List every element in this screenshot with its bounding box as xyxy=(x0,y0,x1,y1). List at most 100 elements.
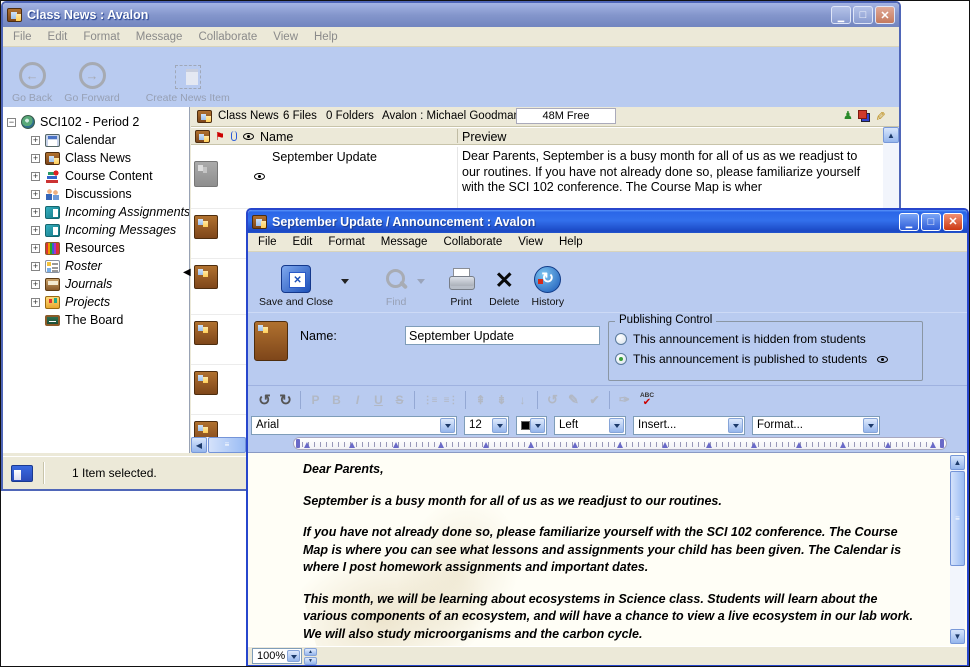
dropdown-arrow-icon[interactable] xyxy=(728,418,743,433)
insert-select[interactable]: Insert... xyxy=(633,416,745,435)
plain-button[interactable]: P xyxy=(305,390,326,411)
column-name[interactable]: Name xyxy=(260,130,293,144)
class-news-titlebar[interactable]: Class News : Avalon xyxy=(3,3,899,27)
attachment-column-icon[interactable] xyxy=(231,131,237,141)
tree-item-incoming-messages[interactable]: Incoming Messages xyxy=(7,221,189,239)
revert-button[interactable] xyxy=(542,390,563,411)
go-back-button[interactable]: Go Back xyxy=(7,59,57,106)
maximize-button[interactable] xyxy=(853,6,873,24)
menu-help[interactable]: Help xyxy=(306,29,346,45)
tab-stop-marker[interactable] xyxy=(617,439,623,448)
editor-vertical-scrollbar[interactable] xyxy=(950,455,965,644)
find-options-dropdown-arrow[interactable] xyxy=(417,279,425,288)
flag-column-icon[interactable] xyxy=(215,129,225,143)
tree-item-class-news[interactable]: Class News xyxy=(7,149,189,167)
expand-icon[interactable] xyxy=(31,154,40,163)
panel-toggle-icon[interactable] xyxy=(11,465,33,482)
close-button[interactable] xyxy=(875,6,895,24)
right-margin-marker[interactable] xyxy=(940,439,944,448)
hidden-radio[interactable] xyxy=(615,333,627,345)
tree-item-course-content[interactable]: Course Content xyxy=(7,167,189,185)
close-button[interactable] xyxy=(943,213,963,231)
menu-format[interactable]: Format xyxy=(75,29,127,45)
name-input[interactable] xyxy=(405,326,600,345)
scroll-left-arrow[interactable] xyxy=(191,437,207,453)
dropdown-arrow-icon[interactable] xyxy=(287,650,300,662)
format-select[interactable]: Format... xyxy=(752,416,880,435)
tab-stop-marker[interactable] xyxy=(528,439,534,448)
tab-stop-marker[interactable] xyxy=(885,439,891,448)
tree-item-the-board[interactable]: The Board xyxy=(7,311,189,329)
font-color-select[interactable] xyxy=(516,416,547,435)
print-button[interactable]: Print xyxy=(442,264,480,310)
dropdown-arrow-icon[interactable] xyxy=(609,418,624,433)
spin-up-icon[interactable] xyxy=(304,648,317,656)
tree-item-incoming-assignments[interactable]: Incoming Assignments xyxy=(7,203,189,221)
dropdown-arrow-icon[interactable] xyxy=(530,418,545,433)
underline-button[interactable]: U xyxy=(368,390,389,411)
tab-stop-marker[interactable] xyxy=(349,439,355,448)
maximize-button[interactable] xyxy=(921,213,941,231)
ruler[interactable] xyxy=(293,437,947,450)
menu-edit[interactable]: Edit xyxy=(285,234,321,250)
indent-list-button[interactable] xyxy=(419,390,440,411)
tab-stop-marker[interactable] xyxy=(393,439,399,448)
tree-item-resources[interactable]: Resources xyxy=(7,239,189,257)
italic-button[interactable]: I xyxy=(347,390,368,411)
menu-collaborate[interactable]: Collaborate xyxy=(435,234,510,250)
column-preview[interactable]: Preview xyxy=(462,130,506,144)
tree-item-projects[interactable]: Projects xyxy=(7,293,189,311)
zoom-select[interactable]: 100% xyxy=(252,648,302,664)
tree-item-journals[interactable]: Journals xyxy=(7,275,189,293)
spell-check-icon[interactable] xyxy=(635,390,659,411)
expand-icon[interactable] xyxy=(31,244,40,253)
announcement-icon[interactable] xyxy=(194,215,218,239)
history-button[interactable]: History xyxy=(527,263,570,310)
menu-collaborate[interactable]: Collaborate xyxy=(190,29,265,45)
delete-button[interactable]: Delete xyxy=(484,264,524,310)
splitter-collapse-arrow[interactable]: ◀ xyxy=(183,267,191,278)
dropdown-arrow-icon[interactable] xyxy=(492,418,507,433)
expand-icon[interactable] xyxy=(31,262,40,271)
tab-stop-marker[interactable] xyxy=(572,439,578,448)
minimize-button[interactable] xyxy=(899,213,919,231)
menu-help[interactable]: Help xyxy=(551,234,591,250)
scroll-thumb[interactable] xyxy=(208,437,246,453)
menu-file[interactable]: File xyxy=(250,234,285,250)
announcement-icon[interactable] xyxy=(194,265,218,289)
signature-button[interactable] xyxy=(614,390,635,411)
expand-icon[interactable] xyxy=(31,172,40,181)
line-spacing-button[interactable] xyxy=(512,390,533,411)
approve-button[interactable] xyxy=(584,390,605,411)
font-family-select[interactable]: Arial xyxy=(251,416,457,435)
minimize-button[interactable] xyxy=(831,6,851,24)
tab-stop-marker[interactable] xyxy=(483,439,489,448)
column-divider[interactable] xyxy=(457,129,458,143)
tree-item-discussions[interactable]: Discussions xyxy=(7,185,189,203)
hidden-radio-label[interactable]: This announcement is hidden from student… xyxy=(633,332,866,346)
expand-icon[interactable] xyxy=(31,280,40,289)
redo-button[interactable] xyxy=(275,390,296,411)
published-column-icon[interactable] xyxy=(243,133,254,140)
tab-stop-marker[interactable] xyxy=(438,439,444,448)
dropdown-arrow-icon[interactable] xyxy=(863,418,878,433)
menu-message[interactable]: Message xyxy=(128,29,191,45)
scroll-down-arrow[interactable] xyxy=(950,629,965,644)
scroll-up-arrow[interactable] xyxy=(883,127,899,143)
tree-item-roster[interactable]: Roster xyxy=(7,257,189,275)
expand-icon[interactable] xyxy=(31,190,40,199)
expand-icon[interactable] xyxy=(31,226,40,235)
font-size-select[interactable]: 12 xyxy=(464,416,509,435)
scroll-up-arrow[interactable] xyxy=(950,455,965,470)
published-radio-label[interactable]: This announcement is published to studen… xyxy=(633,352,867,366)
find-button[interactable]: Find xyxy=(378,264,414,310)
tab-stop-marker[interactable] xyxy=(796,439,802,448)
alignment-select[interactable]: Left xyxy=(554,416,626,435)
tree-item-calendar[interactable]: Calendar xyxy=(7,131,189,149)
save-and-close-button[interactable]: Save and Close xyxy=(254,262,338,310)
space-after-button[interactable] xyxy=(491,390,512,411)
expand-icon[interactable] xyxy=(31,208,40,217)
tab-stop-marker[interactable] xyxy=(840,439,846,448)
menu-view[interactable]: View xyxy=(510,234,551,250)
save-options-dropdown-arrow[interactable] xyxy=(341,279,349,288)
